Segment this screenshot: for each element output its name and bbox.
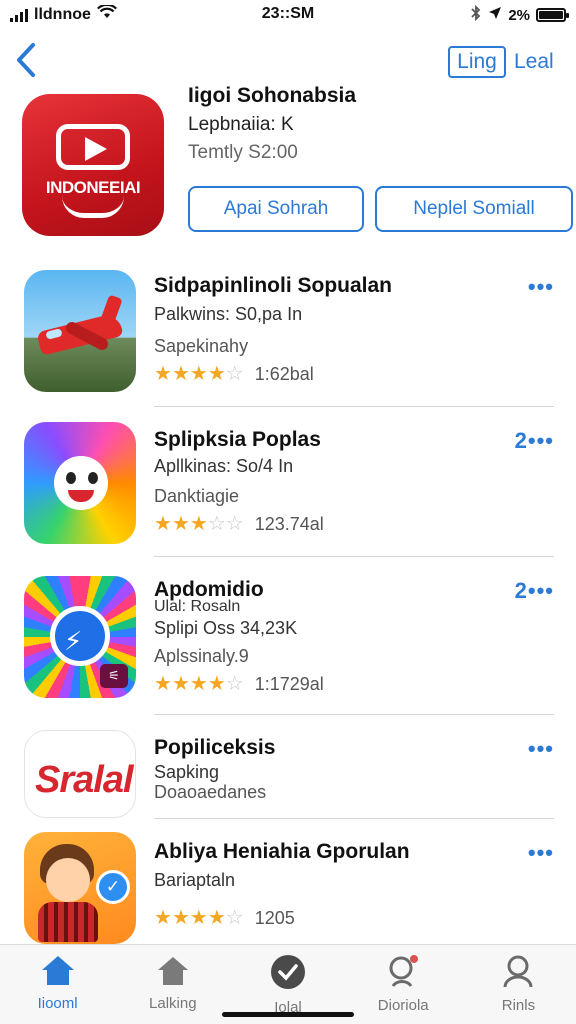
featured-price: Temtly S2:00: [188, 142, 298, 163]
stars: ★★★★☆: [154, 908, 244, 929]
app-meta: Splipi Oss 34,23K: [154, 618, 298, 638]
app-icon-character[interactable]: ✓: [24, 832, 136, 944]
app-name: Splipksia Poplas: [154, 428, 321, 451]
star-filled-icon: ★: [154, 363, 172, 385]
star-filled-icon: ★: [171, 513, 190, 535]
app-meta: Sapking: [154, 762, 220, 782]
more-button[interactable]: •••: [528, 274, 554, 300]
rating-count: 1:1729al: [254, 674, 324, 694]
star-filled-icon: ★: [154, 513, 172, 535]
home-icon: [40, 953, 76, 992]
person-icon: [500, 953, 536, 994]
tab-label: Dioriola: [377, 997, 429, 1014]
featured-icon-text: INDONEEIAI: [45, 178, 141, 197]
star-rating: ★★★★☆ 1205: [154, 908, 295, 929]
star-filled-icon: ★: [171, 673, 190, 695]
star-empty-icon: ☆: [225, 907, 244, 929]
check-icon: ✓: [96, 870, 130, 904]
app-icon-text: Sralal: [35, 759, 134, 801]
rating-count: 1205: [254, 908, 295, 928]
status-bar-right: 2%: [470, 4, 569, 25]
app-name: Sidpapinlinoli Sopualan: [154, 274, 393, 297]
divider: [154, 556, 554, 557]
app-icon-wordmark[interactable]: Sralal: [24, 730, 136, 818]
star-rating: ★★★★☆ 1:62bal: [154, 364, 314, 385]
star-filled-icon: ★: [207, 907, 226, 929]
divider: [154, 818, 554, 819]
rating-count: 1:62bal: [254, 364, 314, 384]
back-button[interactable]: [8, 40, 44, 84]
star-empty-icon: ☆: [207, 513, 226, 535]
featured-secondary-button[interactable]: Neplel Somiall: [375, 186, 573, 232]
app-icon-airplane[interactable]: [24, 270, 136, 392]
star-rating: ★★★☆☆ 123.74al: [154, 514, 324, 535]
messenger-icon: ⚡: [64, 626, 83, 656]
more-button[interactable]: •••: [528, 840, 554, 866]
tab-dioriola[interactable]: Dioriola: [346, 945, 461, 1024]
star-filled-icon: ★: [189, 907, 208, 929]
tab-label: Iiooml: [37, 995, 78, 1012]
header-boxed-button[interactable]: Ling: [448, 46, 506, 78]
home-indicator[interactable]: [222, 1012, 354, 1017]
featured-subtitle: Lepbnaiia: K: [188, 114, 294, 135]
tab-label: Rinls: [501, 997, 536, 1014]
star-rating: ★★★★☆ 1:1729al: [154, 674, 324, 695]
rating-count: 123.74al: [254, 514, 324, 534]
app-name: Abliya Heniahia Gporulan: [154, 840, 410, 863]
star-filled-icon: ★: [154, 907, 172, 929]
tab-home[interactable]: Iiooml: [0, 945, 115, 1024]
tab-label: Lalking: [149, 995, 197, 1012]
app-subname: Ulal: Rosaln: [154, 598, 241, 615]
star-empty-icon: ☆: [225, 513, 244, 535]
star-filled-icon: ★: [207, 363, 226, 385]
stars: ★★★★☆: [154, 674, 244, 695]
more-button[interactable]: 2•••: [515, 428, 554, 454]
more-button[interactable]: 2•••: [515, 578, 554, 604]
chevron-left-icon: [15, 42, 37, 83]
star-filled-icon: ★: [171, 907, 190, 929]
more-button[interactable]: •••: [528, 736, 554, 762]
featured-app-icon[interactable]: INDONEEIAI: [22, 94, 164, 236]
app-icon-face[interactable]: [24, 422, 136, 544]
star-filled-icon: ★: [189, 673, 208, 695]
star-filled-icon: ★: [207, 673, 226, 695]
app-category: Aplssinaly.9: [154, 646, 249, 666]
battery-percent: 2%: [508, 6, 530, 24]
star-empty-icon: ☆: [225, 363, 244, 385]
play-icon: [56, 124, 130, 170]
divider: [154, 714, 554, 715]
star-empty-icon: ☆: [225, 673, 244, 695]
battery-icon: [536, 8, 569, 22]
app-category: Sapekinahy: [154, 336, 249, 356]
star-filled-icon: ★: [154, 673, 172, 695]
star-filled-icon: ★: [189, 513, 208, 535]
status-bar: lldnnoe 23::SM 2%: [0, 0, 576, 30]
app-meta: Palkwins: S0,pa In: [154, 304, 303, 324]
house-icon: [155, 953, 191, 992]
app-meta: Apllkinas: So/4 In: [154, 456, 294, 476]
star-filled-icon: ★: [171, 363, 190, 385]
featured-title: Iigoi Sohonabsia: [188, 84, 357, 107]
app-name: Popiliceksis: [154, 736, 276, 759]
search-icon: [384, 953, 422, 994]
header-text-button[interactable]: Leal: [514, 50, 554, 74]
divider: [154, 406, 554, 407]
app-category: Doaoaedanes: [154, 782, 267, 802]
tab-rinls[interactable]: Rinls: [461, 945, 576, 1024]
app-icon-messenger[interactable]: ⚡ ⚟: [24, 576, 136, 698]
stars: ★★★★☆: [154, 364, 244, 385]
app-meta: Bariaptaln: [154, 870, 236, 890]
featured-primary-button[interactable]: Apai Sohrah: [188, 186, 364, 232]
location-icon: [488, 6, 502, 24]
bluetooth-icon: [470, 4, 482, 25]
stars: ★★★☆☆: [154, 514, 244, 535]
check-circle-icon: [269, 953, 307, 996]
tab-lalking[interactable]: Lalking: [115, 945, 230, 1024]
star-filled-icon: ★: [189, 363, 208, 385]
app-category: Danktiagie: [154, 486, 240, 506]
